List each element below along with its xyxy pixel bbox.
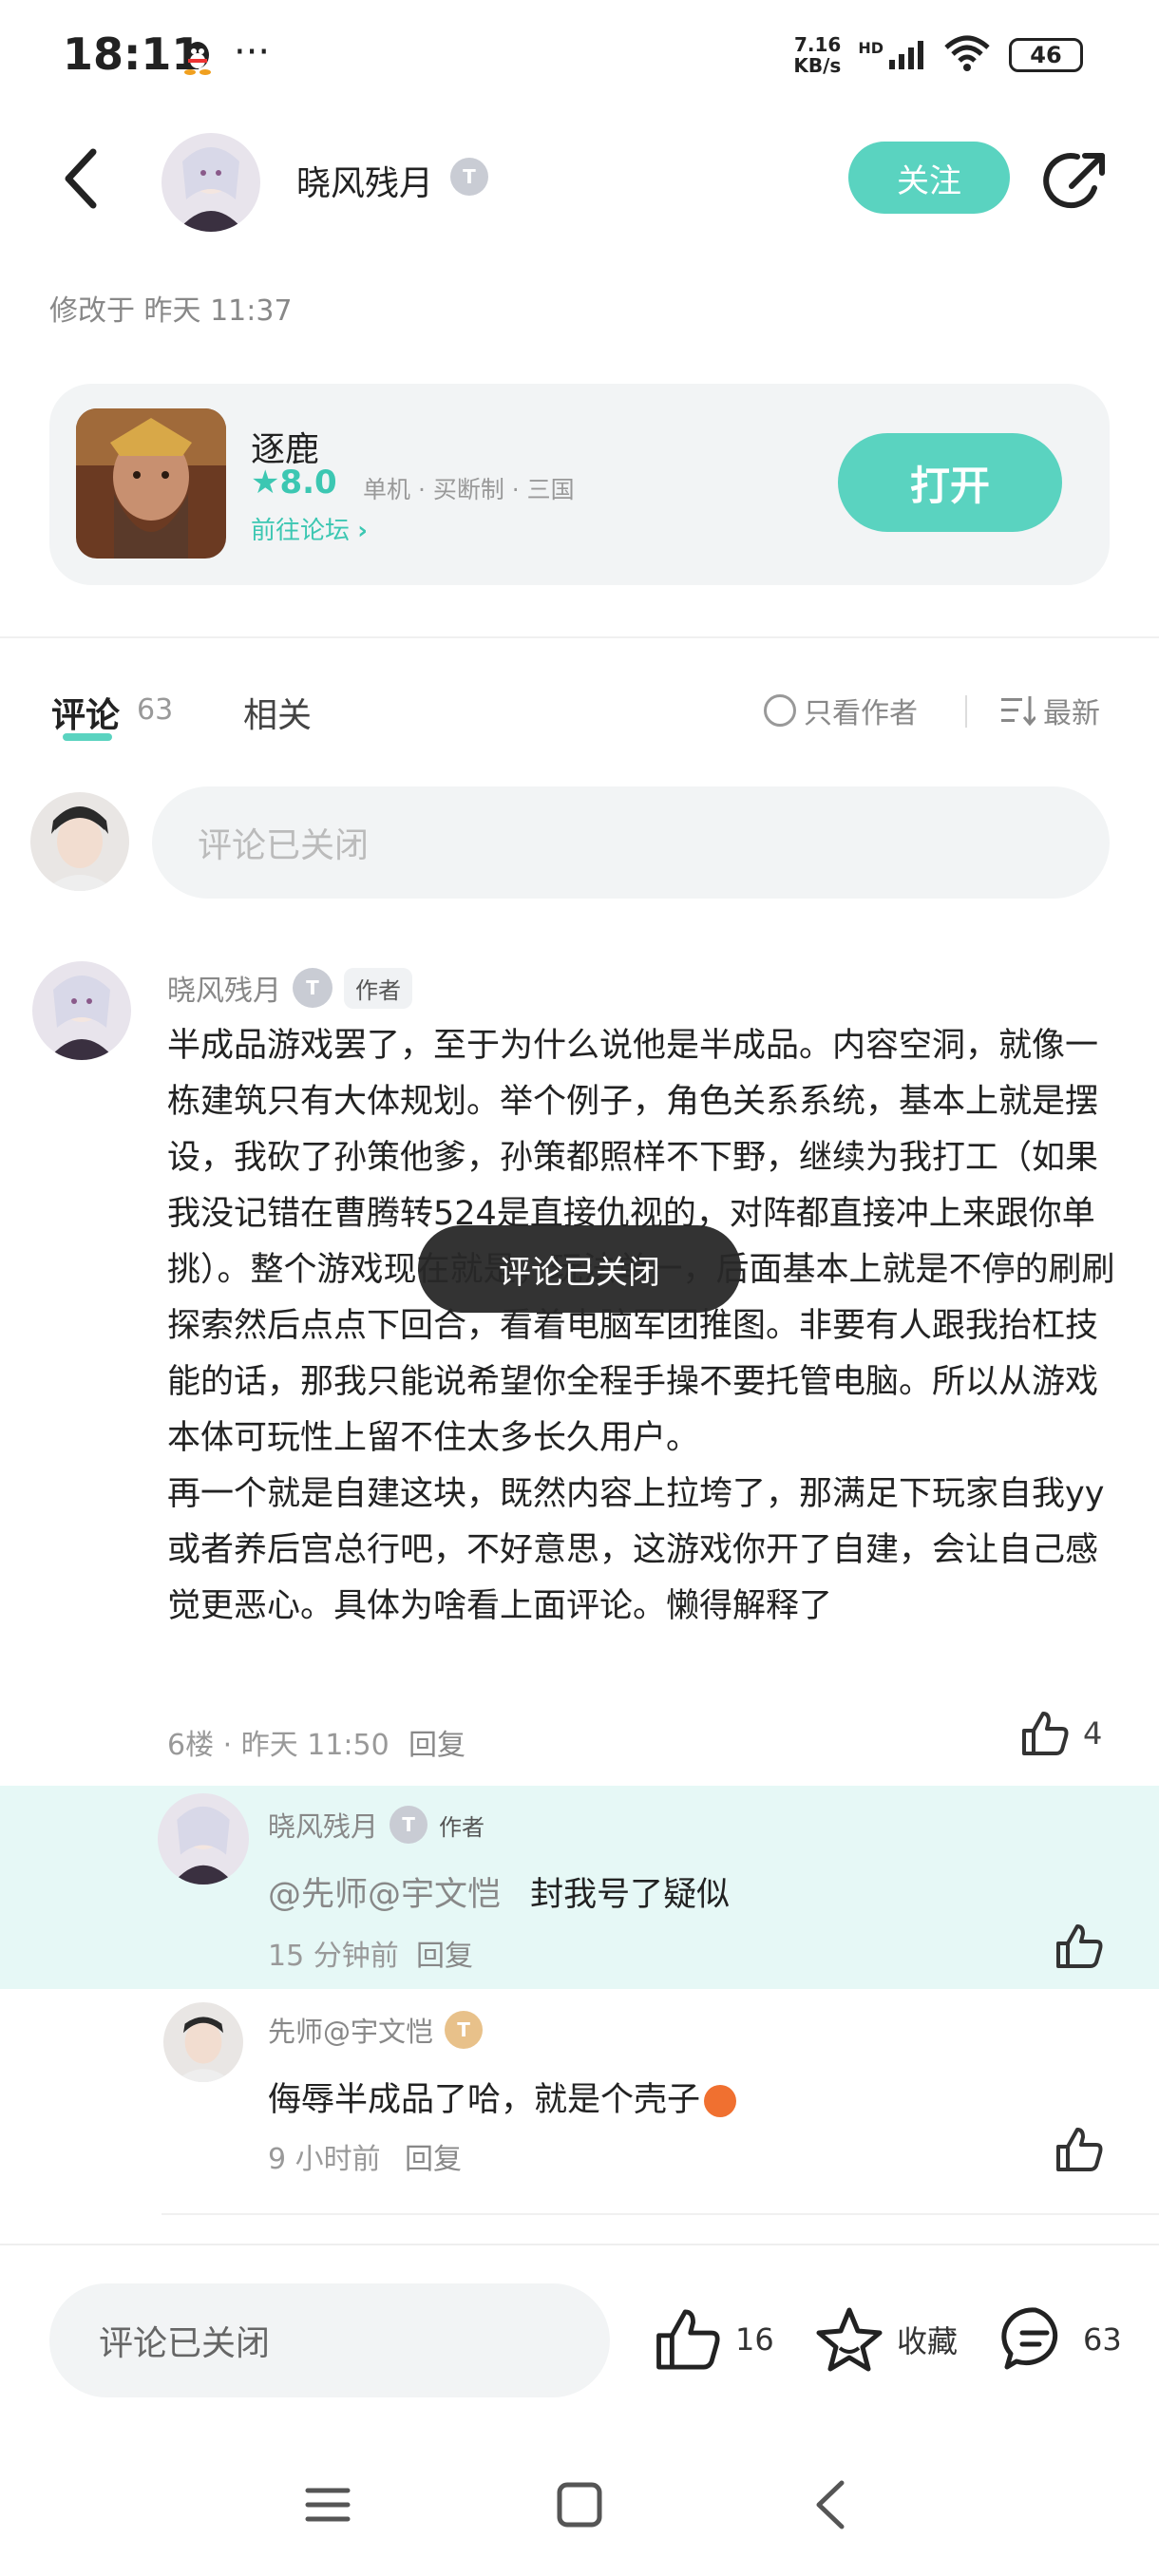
star-outline-icon — [816, 2307, 883, 2372]
reply-avatar[interactable] — [158, 1793, 249, 1885]
menu-nav-button[interactable] — [294, 2472, 361, 2538]
reply-avatar[interactable] — [163, 2002, 243, 2082]
game-rating: ★8.0 — [251, 464, 337, 502]
qq-icon — [180, 38, 215, 80]
share-button[interactable] — [1043, 148, 1110, 215]
back-button[interactable] — [53, 142, 110, 215]
menu-icon — [305, 2488, 351, 2522]
tab-indicator — [63, 733, 112, 741]
like-button[interactable]: 16 — [654, 2306, 774, 2373]
home-square-icon — [557, 2482, 602, 2528]
bottom-comment-input[interactable]: 评论已关闭 — [49, 2283, 610, 2397]
reply-header: 晓风残月 T 作者 — [268, 1805, 484, 1845]
reply-text: @先师@宇文恺 封我号了疑似 — [268, 1876, 731, 1914]
comment-bubble-icon — [1001, 2307, 1058, 2370]
user-avatar — [30, 792, 129, 891]
reply-divider — [162, 2213, 1159, 2215]
reply-like-button[interactable] — [1054, 2126, 1104, 2177]
comments-button[interactable]: 63 — [1001, 2306, 1122, 2373]
commenter-avatar[interactable] — [32, 961, 131, 1060]
thumbs-up-icon — [1056, 2128, 1103, 2171]
angry-emoji-icon — [704, 2085, 737, 2117]
comment-like-button[interactable]: 4 — [1020, 1710, 1102, 1757]
reply-like-button[interactable] — [1054, 1923, 1104, 1974]
reply-time: 15 分钟前 — [268, 1940, 399, 1973]
section-divider — [0, 636, 1159, 638]
mention-link[interactable]: @先师@宇文恺 — [268, 1876, 501, 1914]
wifi-icon — [942, 34, 992, 76]
thumbs-up-icon — [1056, 1924, 1103, 1968]
comment-paragraph: 再一个就是自建这块，既然内容上拉垮了，那满足下玩家自我yy或者养后宫总行吧，不好… — [167, 1475, 1105, 1625]
toast-message: 评论已关闭 — [418, 1225, 741, 1313]
star-icon: ★ — [251, 464, 280, 502]
open-game-button[interactable]: 打开 — [838, 433, 1062, 532]
reply-button[interactable]: 回复 — [416, 1932, 473, 1974]
level-badge: T — [293, 968, 332, 1008]
commenter-name: 晓风残月 — [167, 975, 281, 1008]
chevron-right-icon: › — [357, 517, 368, 545]
reply-header: 先师@宇文恺 T — [268, 2010, 484, 2050]
reply-username: 晓风残月 — [268, 1810, 379, 1843]
author-tag: 作者 — [439, 1813, 485, 1841]
game-tags: 单机 · 买断制 · 三国 — [363, 476, 575, 503]
comment-body: 半成品游戏罢了，至于为什么说他是半成品。内容空洞，就像一栋建筑只有大体规划。举个… — [167, 1018, 1117, 1635]
game-icon — [76, 408, 226, 559]
reply-text: 侮辱半成品了哈，就是个壳子 — [268, 2073, 737, 2121]
signal-icon: HD — [858, 39, 925, 71]
reply-time: 9 小时前 — [268, 2143, 381, 2176]
author-tag: 作者 — [344, 967, 412, 1009]
battery-icon: 46 — [1009, 38, 1083, 72]
level-badge: T — [390, 1806, 428, 1844]
thumbs-up-icon — [1022, 1712, 1069, 1755]
reply-username: 先师@宇文恺 — [268, 2016, 434, 2048]
back-nav-button[interactable] — [798, 2472, 864, 2538]
thumbs-up-icon — [656, 2309, 720, 2370]
level-badge: T — [450, 158, 488, 196]
back-triangle-icon — [816, 2480, 845, 2529]
tab-related[interactable]: 相关 — [243, 688, 312, 737]
radio-icon — [764, 694, 796, 727]
follow-button[interactable]: 关注 — [848, 142, 1010, 214]
comment-count: 63 — [137, 693, 174, 727]
chevron-left-icon — [65, 148, 97, 209]
level-badge: T — [445, 2011, 484, 2049]
modified-time: 修改于 昨天 11:37 — [49, 294, 293, 328]
tab-comments[interactable]: 评论 — [51, 688, 120, 737]
comment-input[interactable]: 评论已关闭 — [152, 786, 1110, 899]
comment-header: 晓风残月 T 作者 — [167, 967, 412, 1009]
game-card[interactable]: 逐鹿 ★8.0 单机 · 买断制 · 三国 前往论坛 › 打开 — [49, 384, 1110, 585]
favorite-button[interactable]: 收藏 — [815, 2306, 958, 2373]
forum-link[interactable]: 前往论坛 › — [251, 511, 368, 546]
home-nav-button[interactable] — [546, 2472, 613, 2538]
sort-icon — [1001, 696, 1036, 727]
comment-meta: 6楼 · 昨天 11:50 — [167, 1729, 390, 1762]
reply-button[interactable]: 回复 — [405, 2135, 462, 2177]
author-only-toggle[interactable]: 只看作者 — [764, 690, 918, 731]
status-icons: 7.16 KB/s HD 46 — [793, 34, 1083, 76]
author-avatar[interactable] — [162, 133, 260, 232]
author-name: 晓风残月 — [296, 164, 434, 203]
share-icon — [1043, 153, 1105, 209]
more-dots: ··· — [234, 30, 271, 74]
reply-button[interactable]: 回复 — [408, 1721, 466, 1763]
sort-button[interactable]: 最新 — [1001, 690, 1100, 731]
status-bar: 18:11 ··· 7.16 KB/s HD 46 — [0, 0, 1159, 120]
network-speed: 7.16 KB/s — [793, 33, 842, 77]
bottom-divider — [0, 2244, 1159, 2245]
separator — [965, 695, 967, 728]
